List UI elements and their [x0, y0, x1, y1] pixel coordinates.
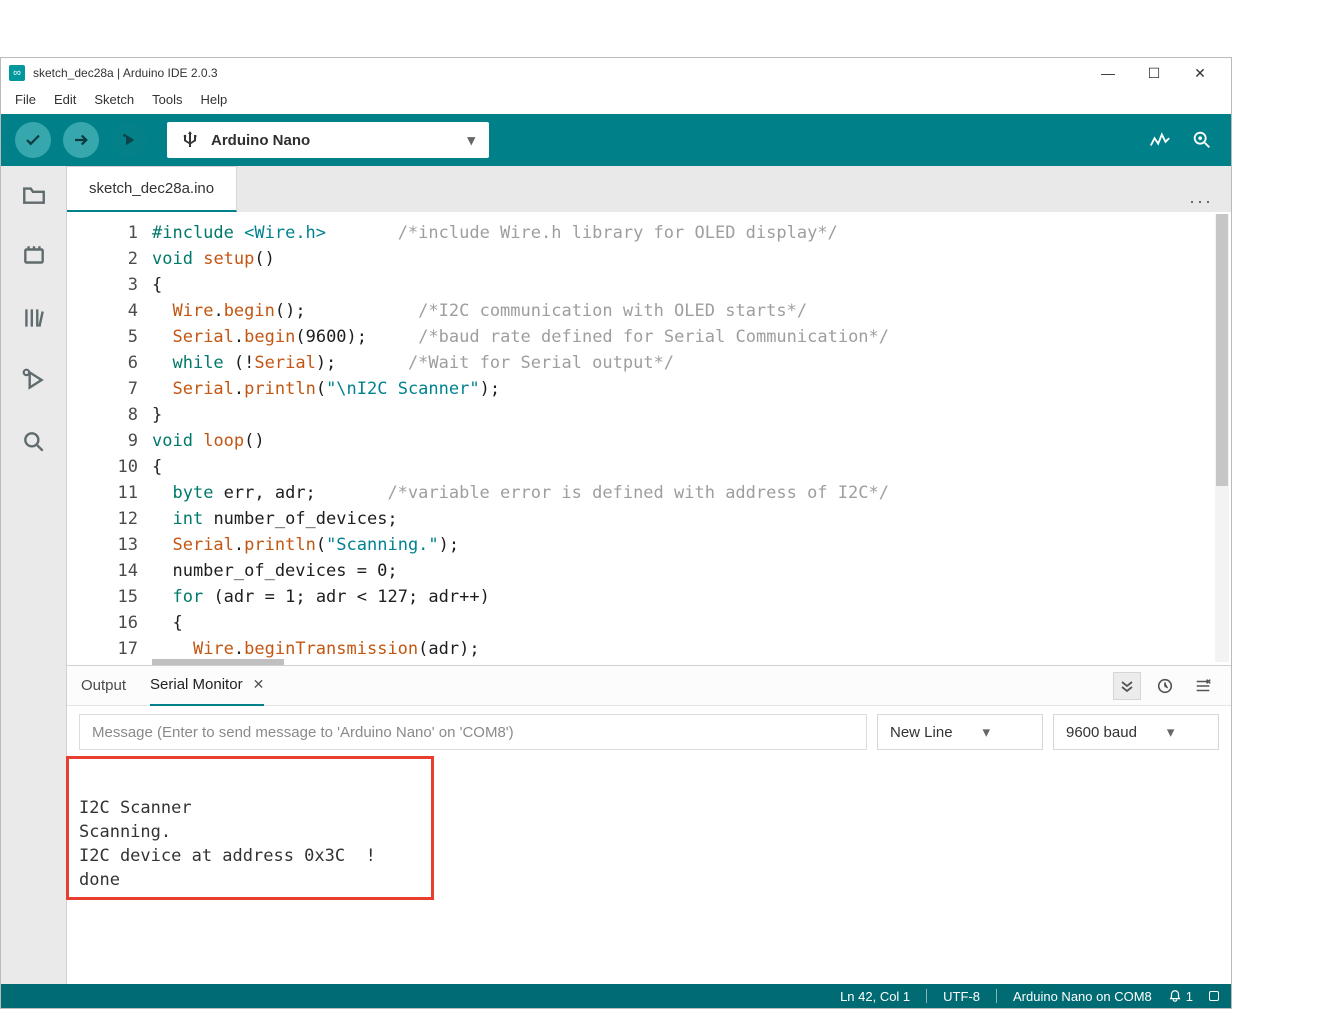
toolbar: Arduino Nano ▾: [1, 114, 1231, 166]
library-icon: [21, 305, 47, 331]
editor-tab[interactable]: sketch_dec28a.ino: [67, 166, 237, 212]
serial-input-row: New Line ▾ 9600 baud ▾: [67, 706, 1231, 758]
status-bar: Ln 42, Col 1 UTF-8 Arduino Nano on COM8 …: [1, 984, 1231, 1008]
maximize-button[interactable]: ☐: [1131, 58, 1177, 88]
chevron-down-icon: ▾: [467, 131, 475, 149]
serial-output[interactable]: I2C Scanner Scanning. I2C device at addr…: [67, 758, 1231, 984]
clear-icon: [1194, 677, 1212, 695]
search-icon: [21, 429, 47, 455]
chevron-double-down-icon: [1119, 678, 1135, 694]
close-button[interactable]: ✕: [1177, 58, 1223, 88]
editor-tab-strip: sketch_dec28a.ino ···: [67, 166, 1231, 212]
editor-column: sketch_dec28a.ino ··· 123456789101112131…: [67, 166, 1231, 984]
plotter-icon: [1149, 129, 1171, 151]
search-button[interactable]: [20, 428, 48, 456]
clear-output-button[interactable]: [1189, 672, 1217, 700]
board-icon: [21, 243, 47, 269]
notifications-button[interactable]: 1: [1168, 989, 1193, 1004]
code-content[interactable]: #include <Wire.h> /*include Wire.h libra…: [152, 212, 889, 665]
window-title: sketch_dec28a | Arduino IDE 2.0.3: [33, 66, 1085, 80]
clock-icon: [1156, 677, 1174, 695]
debug-play-icon: [120, 131, 138, 149]
vertical-scrollbar-thumb[interactable]: [1216, 214, 1228, 486]
panel-tab-strip: Output Serial Monitor ✕: [67, 666, 1231, 706]
app-window: sketch_dec28a | Arduino IDE 2.0.3 — ☐ ✕ …: [0, 57, 1232, 1009]
usb-icon: [181, 131, 199, 149]
serial-message-input[interactable]: [79, 714, 867, 750]
board-port-status[interactable]: Arduino Nano on COM8: [1013, 989, 1152, 1004]
horizontal-scrollbar-thumb[interactable]: [152, 659, 284, 665]
verify-button[interactable]: [15, 122, 51, 158]
menu-tools[interactable]: Tools: [146, 90, 188, 109]
line-ending-dropdown[interactable]: New Line ▾: [877, 714, 1043, 750]
close-panel-button[interactable]: [1209, 991, 1219, 1001]
baud-rate-dropdown[interactable]: 9600 baud ▾: [1053, 714, 1219, 750]
panel-collapse-button[interactable]: [1113, 672, 1141, 700]
serial-output-text: I2C Scanner Scanning. I2C device at addr…: [79, 772, 1219, 892]
magnifier-icon: [1191, 129, 1213, 151]
serial-monitor-button[interactable]: [1187, 125, 1217, 155]
chevron-down-icon: ▾: [983, 723, 991, 741]
menubar: File Edit Sketch Tools Help: [1, 88, 1231, 114]
menu-file[interactable]: File: [9, 90, 42, 109]
menu-sketch[interactable]: Sketch: [88, 90, 140, 109]
arrow-right-icon: [72, 131, 90, 149]
code-editor[interactable]: 1234567891011121314151617 #include <Wire…: [67, 212, 1231, 665]
folder-icon: [21, 181, 47, 207]
bell-icon: [1168, 989, 1182, 1003]
activity-bar: [1, 166, 67, 984]
boards-manager-button[interactable]: [20, 242, 48, 270]
tab-overflow-button[interactable]: ···: [1171, 191, 1231, 212]
upload-button[interactable]: [63, 122, 99, 158]
output-tab[interactable]: Output: [81, 666, 126, 706]
serial-monitor-tab[interactable]: Serial Monitor ✕: [150, 666, 264, 706]
chevron-down-icon: ▾: [1167, 723, 1175, 741]
debug-panel-button[interactable]: [20, 366, 48, 394]
bottom-panel: Output Serial Monitor ✕: [67, 665, 1231, 984]
menu-help[interactable]: Help: [194, 90, 233, 109]
arduino-icon: [9, 65, 25, 81]
board-selector[interactable]: Arduino Nano ▾: [167, 122, 489, 158]
board-name: Arduino Nano: [211, 132, 310, 149]
check-icon: [24, 131, 42, 149]
debug-button[interactable]: [111, 122, 147, 158]
cursor-position[interactable]: Ln 42, Col 1: [840, 989, 910, 1004]
gutter: 1234567891011121314151617: [67, 212, 152, 665]
serial-plotter-button[interactable]: [1145, 125, 1175, 155]
sketchbook-button[interactable]: [20, 180, 48, 208]
encoding[interactable]: UTF-8: [943, 989, 980, 1004]
close-icon[interactable]: ✕: [253, 676, 265, 693]
library-manager-button[interactable]: [20, 304, 48, 332]
toggle-timestamp-button[interactable]: [1151, 672, 1179, 700]
menu-edit[interactable]: Edit: [48, 90, 82, 109]
minimize-button[interactable]: —: [1085, 58, 1131, 88]
main-area: sketch_dec28a.ino ··· 123456789101112131…: [1, 166, 1231, 984]
titlebar: sketch_dec28a | Arduino IDE 2.0.3 — ☐ ✕: [1, 58, 1231, 88]
debug-icon: [21, 367, 47, 393]
tab-filename: sketch_dec28a.ino: [89, 180, 214, 197]
